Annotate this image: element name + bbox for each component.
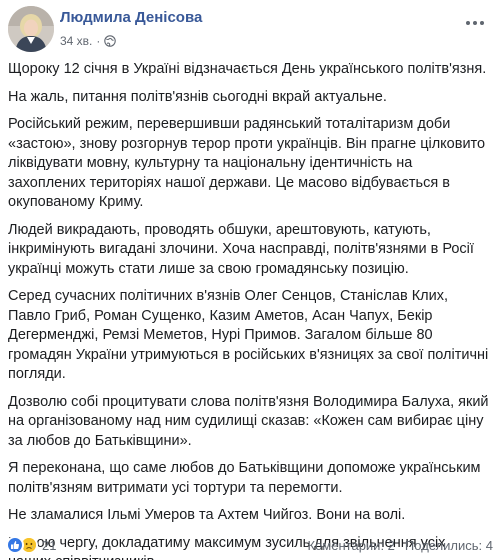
- meta-separator: ·: [96, 34, 101, 48]
- options-dot: [466, 21, 470, 25]
- post-footer: 21 Коментарии: 2 Поделились: 4: [6, 534, 493, 556]
- comments-count-link[interactable]: Коментарии: 2: [308, 538, 395, 553]
- author-name[interactable]: Людмила Денісова: [60, 9, 202, 26]
- post-paragraph: Не зламалися Ільмі Умеров та Ахтем Чийго…: [8, 507, 406, 523]
- post-timestamp[interactable]: 34 хв.: [60, 34, 92, 48]
- post-header: Людмила Денісова 34 хв. ·: [8, 6, 491, 54]
- globe-icon[interactable]: [104, 35, 117, 47]
- post-meta: 34 хв. ·: [60, 34, 117, 48]
- more-options-icon[interactable]: [463, 16, 487, 30]
- post-paragraph: Російський режим, перевершивши радянськи…: [8, 116, 486, 210]
- post-paragraph: Щороку 12 січня в Україні відзначається …: [8, 61, 487, 77]
- reaction-count: 21: [42, 537, 57, 553]
- post-paragraph: Людей викрадають, проводять обшуки, ареш…: [8, 221, 474, 277]
- reactions-summary[interactable]: 21: [6, 536, 56, 554]
- post-paragraph: Дозволю собі процитувати слова політв'яз…: [8, 393, 489, 449]
- shares-count-link[interactable]: Поделились: 4: [405, 538, 493, 553]
- avatar-photo: [8, 6, 54, 52]
- facebook-post: Людмила Денісова 34 хв. · Щороку 12 січн…: [0, 0, 499, 560]
- options-dot: [480, 21, 484, 25]
- post-paragraph: Серед сучасних політичних в'язнів Олег С…: [8, 288, 489, 382]
- options-dot: [473, 21, 477, 25]
- post-paragraph: На жаль, питання політв'язнів сьогодні в…: [8, 88, 387, 105]
- engagement-stats: Коментарии: 2 Поделились: 4: [308, 538, 494, 553]
- post-paragraph: Я переконана, що саме любов до Батьківщи…: [8, 460, 481, 496]
- author-avatar[interactable]: [8, 6, 54, 52]
- like-icon: [6, 536, 24, 554]
- post-body: Щороку 12 січня в Україні відзначається …: [8, 60, 492, 560]
